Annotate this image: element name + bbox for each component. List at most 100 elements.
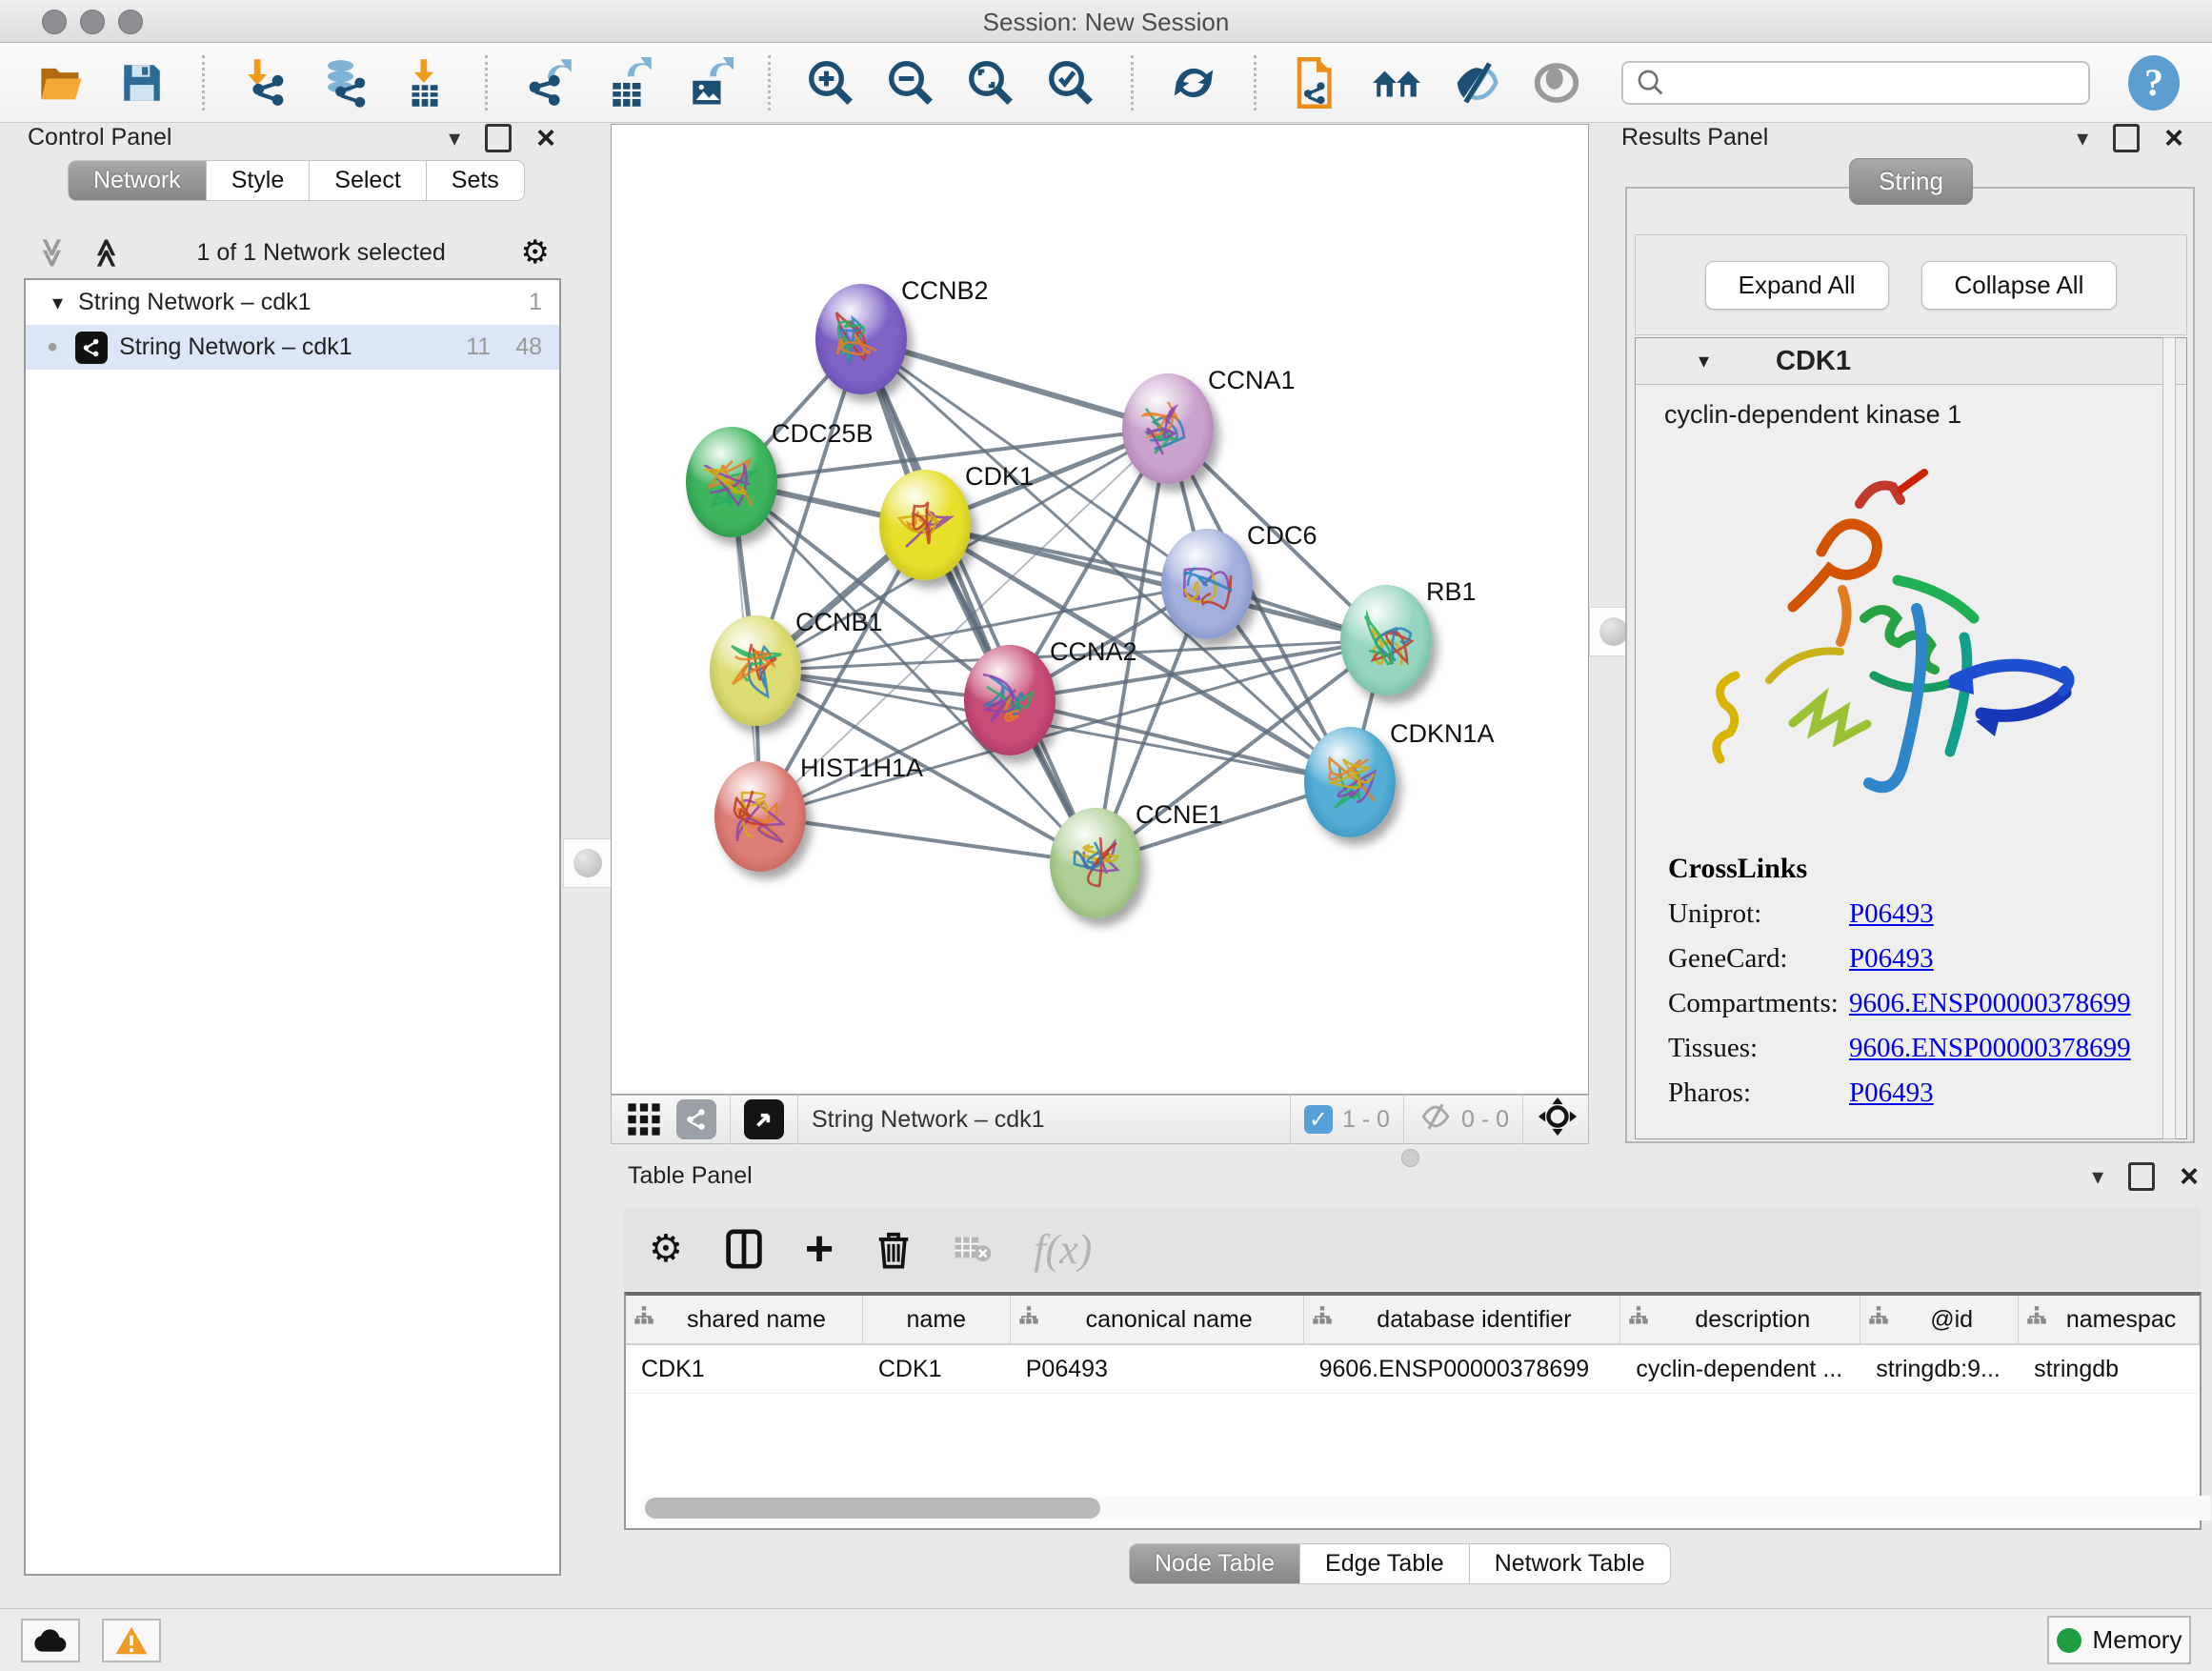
network-share-icon[interactable]	[676, 1099, 716, 1139]
show-all-icon[interactable]	[1531, 57, 1582, 109]
results-panel: Results Panel ▾ × String Expand All Coll…	[1610, 124, 2212, 1134]
network-node-CDK1[interactable]	[879, 470, 971, 580]
tree-expand-icon[interactable]: ▾	[52, 291, 63, 315]
node-position-crosshair-icon[interactable]	[1537, 1096, 1579, 1144]
tab-network-table[interactable]: Network Table	[1470, 1543, 1671, 1584]
zoom-out-icon[interactable]	[885, 57, 936, 109]
network-collection-row[interactable]: ▾ String Network – cdk1 1	[26, 280, 559, 325]
network-node-CCNA1[interactable]	[1122, 373, 1214, 484]
panel-collapse-icon[interactable]: ▾	[2077, 125, 2088, 152]
panel-float-icon[interactable]	[2113, 124, 2140, 152]
show-columns-icon[interactable]	[725, 1228, 763, 1270]
network-node-CCNB1[interactable]	[710, 615, 801, 726]
node-label-CDC6: CDC6	[1247, 521, 1317, 551]
network-node-RB1[interactable]	[1340, 585, 1432, 695]
network-node-CCNB2[interactable]	[815, 284, 907, 394]
left-splitter-handle[interactable]	[563, 838, 613, 888]
network-node-HIST1H1A[interactable]	[714, 761, 806, 872]
tab-sets[interactable]: Sets	[427, 160, 525, 201]
panel-close-icon[interactable]: ×	[2164, 127, 2183, 150]
panel-close-icon[interactable]: ×	[536, 127, 555, 150]
network-canvas[interactable]: CCNB2CCNA1CDC25BCDK1CDC6RB1CCNB1CCNA2CDK…	[611, 124, 1589, 1095]
zoom-selected-icon[interactable]	[1045, 57, 1096, 109]
tab-edge-table[interactable]: Edge Table	[1300, 1543, 1470, 1584]
cloud-status-button[interactable]	[21, 1619, 80, 1662]
collapse-all-button[interactable]: Collapse All	[1921, 261, 2118, 310]
collapse-all-icon[interactable]: ≫	[35, 237, 69, 267]
results-scrollbar[interactable]	[2162, 337, 2176, 1139]
network-node-CDC6[interactable]	[1161, 529, 1253, 639]
protein-thumbnail	[714, 761, 806, 872]
expand-all-icon[interactable]: ≫	[90, 237, 124, 267]
check-glyph: ✓	[1309, 1106, 1328, 1134]
panel-collapse-icon[interactable]: ▾	[2092, 1163, 2103, 1191]
crosslink-link[interactable]: P06493	[1849, 1077, 1934, 1109]
network-options-gear-icon[interactable]: ⚙	[521, 236, 550, 269]
column-header-database-identifier[interactable]: database identifier	[1304, 1296, 1621, 1343]
network-tree: ▾ String Network – cdk1 1 ● String Netwo…	[24, 278, 561, 1576]
export-table-icon[interactable]	[602, 57, 654, 109]
create-column-icon[interactable]: +	[805, 1220, 834, 1278]
hide-selected-icon[interactable]	[1451, 57, 1502, 109]
panel-close-icon[interactable]: ×	[2180, 1165, 2199, 1188]
column-type-icon	[1866, 1304, 1891, 1336]
network-node-CCNE1[interactable]	[1050, 808, 1141, 918]
column-header-name[interactable]: name	[863, 1296, 1011, 1343]
column-type-icon	[1016, 1304, 1041, 1336]
node-label-CCNB2: CCNB2	[901, 276, 989, 306]
export-image-icon[interactable]	[682, 57, 734, 109]
edge-CCNB2-CCNE1[interactable]	[861, 339, 1096, 863]
tab-style[interactable]: Style	[207, 160, 311, 201]
apply-layout-icon[interactable]	[1168, 57, 1219, 109]
import-network-database-icon[interactable]	[319, 57, 371, 109]
panel-collapse-icon[interactable]: ▾	[449, 125, 460, 152]
selected-checkbox[interactable]: ✓	[1304, 1105, 1333, 1134]
birds-eye-view-button[interactable]	[744, 1099, 784, 1139]
export-network-icon[interactable]	[522, 57, 573, 109]
table-options-gear-icon[interactable]: ⚙	[649, 1227, 683, 1271]
expand-all-button[interactable]: Expand All	[1705, 261, 1889, 310]
warning-status-button[interactable]	[102, 1619, 161, 1662]
edge-CCNE1-HIST1H1A[interactable]	[760, 816, 1096, 863]
control-panel: Control Panel ▾ × NetworkStyleSelectSets…	[18, 124, 569, 1576]
tab-string[interactable]: String	[1849, 158, 1973, 205]
memory-button[interactable]: Memory	[2047, 1616, 2191, 1664]
table-row[interactable]: CDK1CDK1P064939606.ENSP00000378699cyclin…	[626, 1345, 2200, 1394]
network-node-CDKN1A[interactable]	[1304, 727, 1396, 837]
grid-view-icon[interactable]	[625, 1100, 663, 1138]
table-cell: stringdb	[2019, 1345, 2200, 1393]
column-header-canonical-name[interactable]: canonical name	[1011, 1296, 1304, 1343]
save-session-icon[interactable]	[116, 57, 168, 109]
column-header-@id[interactable]: @id	[1860, 1296, 2019, 1343]
column-header-description[interactable]: description	[1620, 1296, 1860, 1343]
import-network-file-icon[interactable]	[239, 57, 291, 109]
open-session-icon[interactable]	[36, 57, 88, 109]
crosslink-link[interactable]: 9606.ENSP00000378699	[1849, 988, 2131, 1019]
entry-collapse-icon[interactable]: ▾	[1699, 349, 1709, 373]
table-hscrollbar[interactable]	[641, 1496, 2211, 1520]
panel-float-icon[interactable]	[485, 124, 512, 152]
network-row[interactable]: ● String Network – cdk1 11 48	[26, 325, 559, 370]
tab-node-table[interactable]: Node Table	[1129, 1543, 1300, 1584]
new-network-from-selection-icon[interactable]	[1291, 57, 1342, 109]
delete-columns-icon[interactable]	[875, 1228, 912, 1270]
search-input[interactable]	[1621, 61, 2090, 105]
network-node-CDC25B[interactable]	[686, 427, 777, 537]
tab-network[interactable]: Network	[68, 160, 207, 201]
help-button[interactable]: ?	[2128, 55, 2180, 111]
zoom-fit-icon[interactable]	[965, 57, 1016, 109]
node-label-RB1: RB1	[1426, 577, 1477, 607]
zoom-in-icon[interactable]	[805, 57, 856, 109]
crosslink-link[interactable]: P06493	[1849, 898, 1934, 930]
crosslink-link[interactable]: 9606.ENSP00000378699	[1849, 1033, 2131, 1064]
column-header-namespac[interactable]: namespac	[2019, 1296, 2200, 1343]
first-neighbors-icon[interactable]	[1371, 57, 1422, 109]
panel-float-icon[interactable]	[2128, 1162, 2155, 1191]
import-table-file-icon[interactable]	[399, 57, 451, 109]
table-hscrollbar-thumb[interactable]	[645, 1498, 1100, 1519]
crosslink-link[interactable]: P06493	[1849, 943, 1934, 975]
network-node-CCNA2[interactable]	[964, 645, 1056, 755]
column-header-shared-name[interactable]: shared name	[626, 1296, 863, 1343]
tab-select[interactable]: Select	[310, 160, 426, 201]
node-count: 11	[466, 333, 491, 361]
